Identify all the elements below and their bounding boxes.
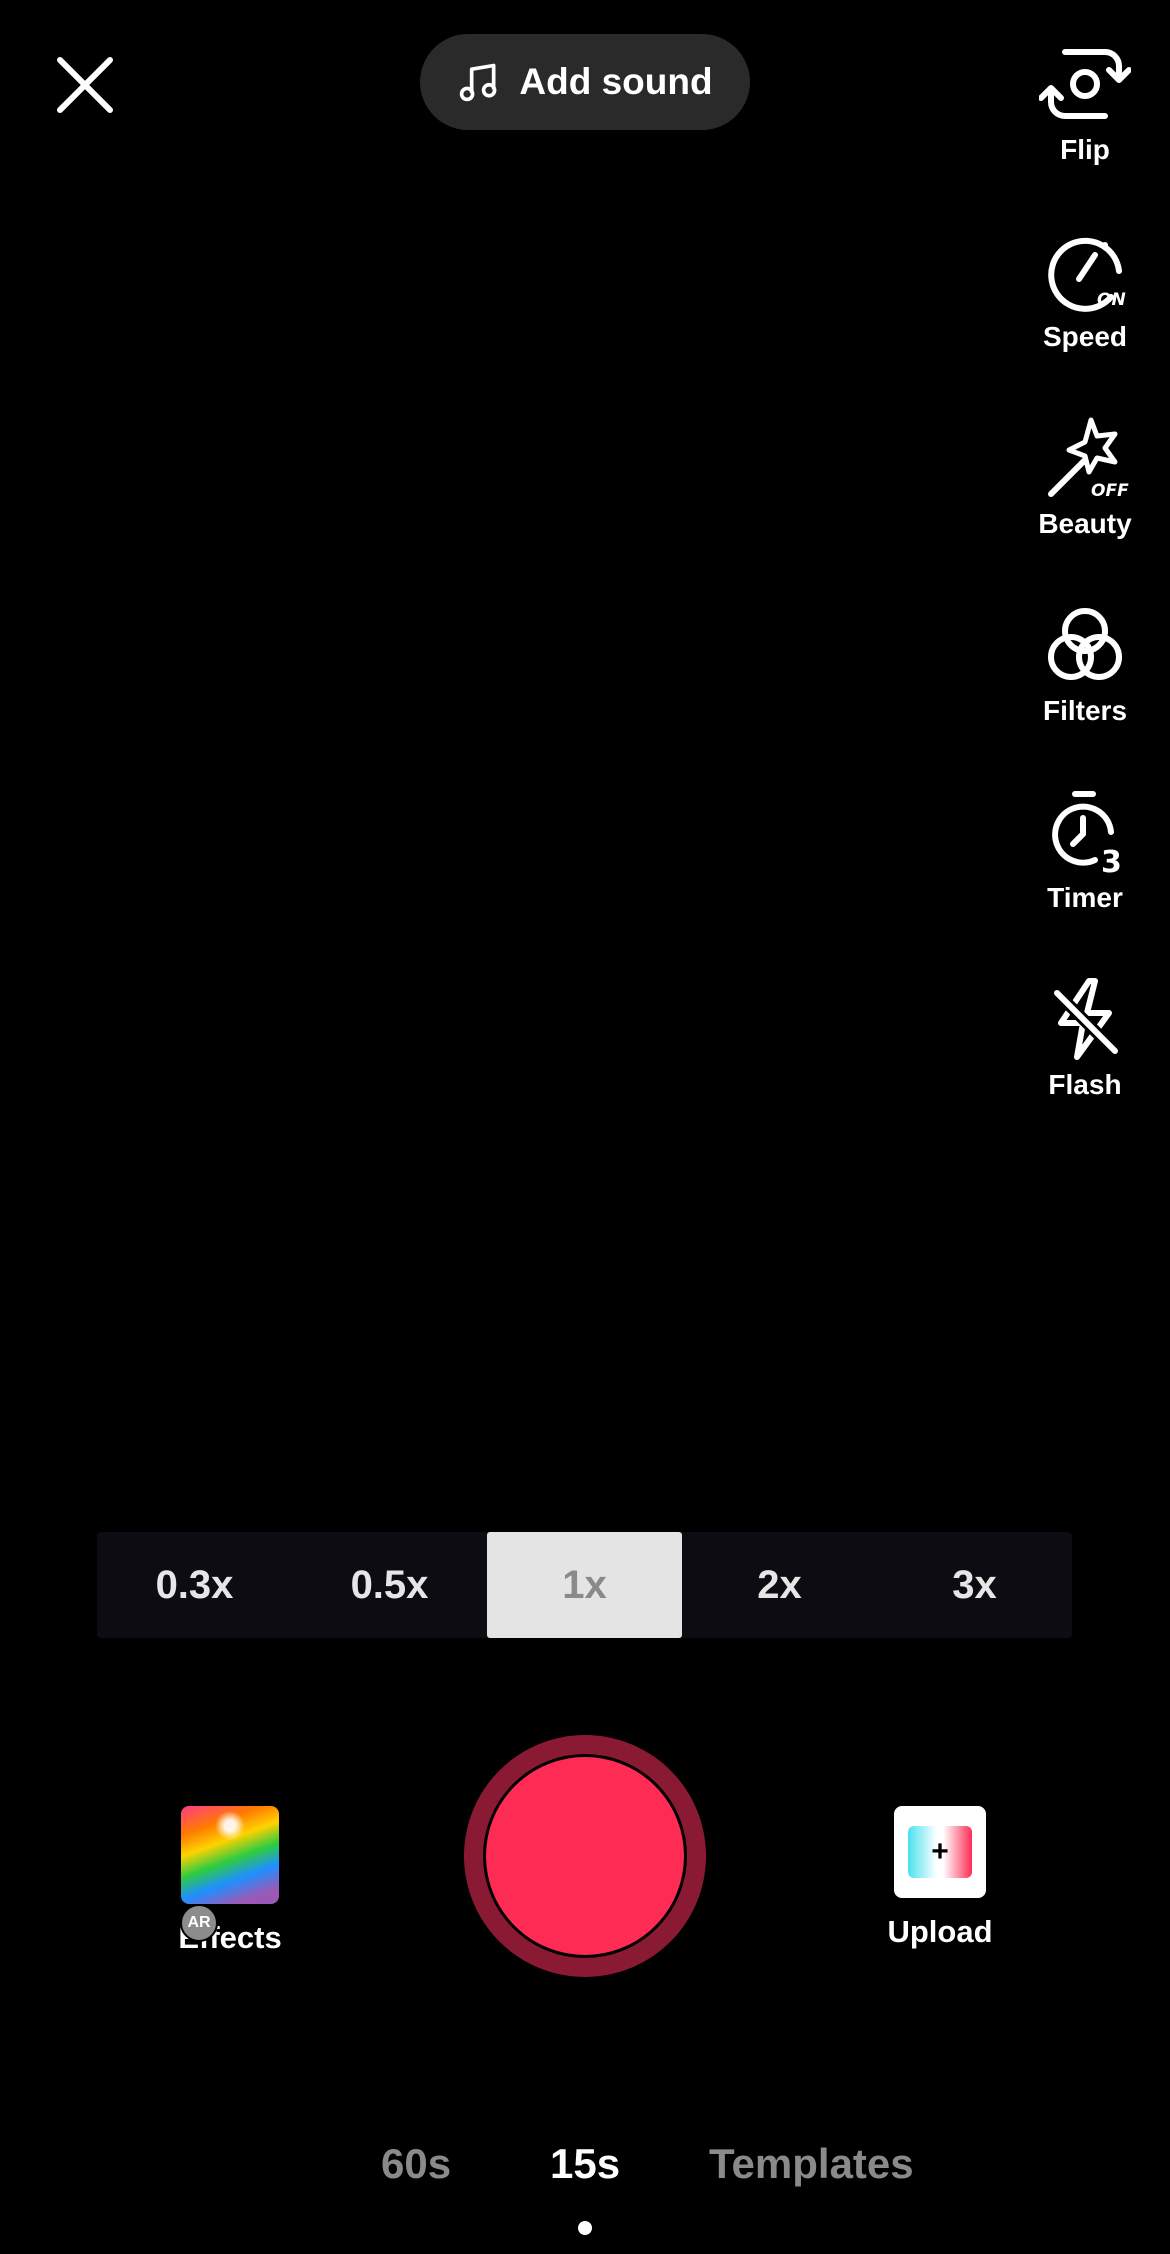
mode-tab-templates[interactable]: Templates (709, 2140, 914, 2188)
upload-button[interactable]: + Upload (870, 1806, 1010, 1950)
flip-label: Flip (1060, 134, 1110, 165)
flash-button[interactable]: Flash (1000, 973, 1170, 1123)
upload-label: Upload (887, 1914, 993, 1949)
speed-selector: 0.3x 0.5x 1x 2x 3x (97, 1532, 1072, 1638)
speed-label: Speed (1042, 321, 1128, 352)
upload-thumbnail: + (894, 1806, 986, 1898)
effects-button[interactable]: AR Effects (160, 1806, 300, 1956)
filters-button[interactable]: Filters (1000, 599, 1170, 749)
mode-tab-60s[interactable]: 60s (381, 2140, 451, 2188)
speed-button[interactable]: ON Speed (1000, 225, 1170, 375)
beauty-button[interactable]: OFF Beauty (1000, 412, 1170, 562)
flip-button[interactable]: Flip (1000, 38, 1170, 188)
close-button[interactable] (50, 50, 120, 120)
beauty-badge: OFF (1091, 481, 1129, 501)
upload-plus-icon: + (908, 1826, 972, 1878)
speed-option-2x[interactable]: 2x (682, 1532, 877, 1638)
add-sound-button[interactable]: Add sound (420, 34, 750, 130)
speed-badge: ON (1097, 290, 1126, 310)
speed-option-0-5x[interactable]: 0.5x (292, 1532, 487, 1638)
timer-button[interactable]: 3 Timer (1000, 786, 1170, 936)
speed-option-3x[interactable]: 3x (877, 1532, 1072, 1638)
mode-tab-15s[interactable]: 15s (550, 2140, 620, 2188)
mode-tabs: 60s 15s Templates (0, 2140, 1170, 2200)
filters-label: Filters (1042, 695, 1128, 726)
flip-camera-icon (1039, 49, 1131, 119)
timer-icon: 3 (1052, 791, 1122, 878)
music-note-icon (460, 63, 497, 102)
flash-off-icon (1051, 978, 1121, 1060)
speed-option-1x[interactable]: 1x (487, 1532, 682, 1638)
beauty-label: Beauty (1038, 508, 1132, 539)
mode-indicator-dot (578, 2221, 592, 2235)
timer-badge: 3 (1101, 845, 1122, 878)
effects-thumbnail (181, 1806, 279, 1904)
filters-circles-icon (1048, 608, 1122, 680)
timer-label: Timer (1047, 882, 1123, 913)
magic-wand-icon: OFF (1048, 417, 1129, 501)
flash-label: Flash (1048, 1069, 1122, 1100)
ar-badge: AR (180, 1904, 218, 1942)
close-icon (57, 57, 113, 113)
speed-option-0-3x[interactable]: 0.3x (97, 1532, 292, 1638)
record-button[interactable] (464, 1735, 706, 1977)
speed-gauge-icon: ON (1048, 237, 1126, 312)
record-button-core (483, 1754, 687, 1958)
add-sound-label: Add sound (519, 61, 713, 102)
